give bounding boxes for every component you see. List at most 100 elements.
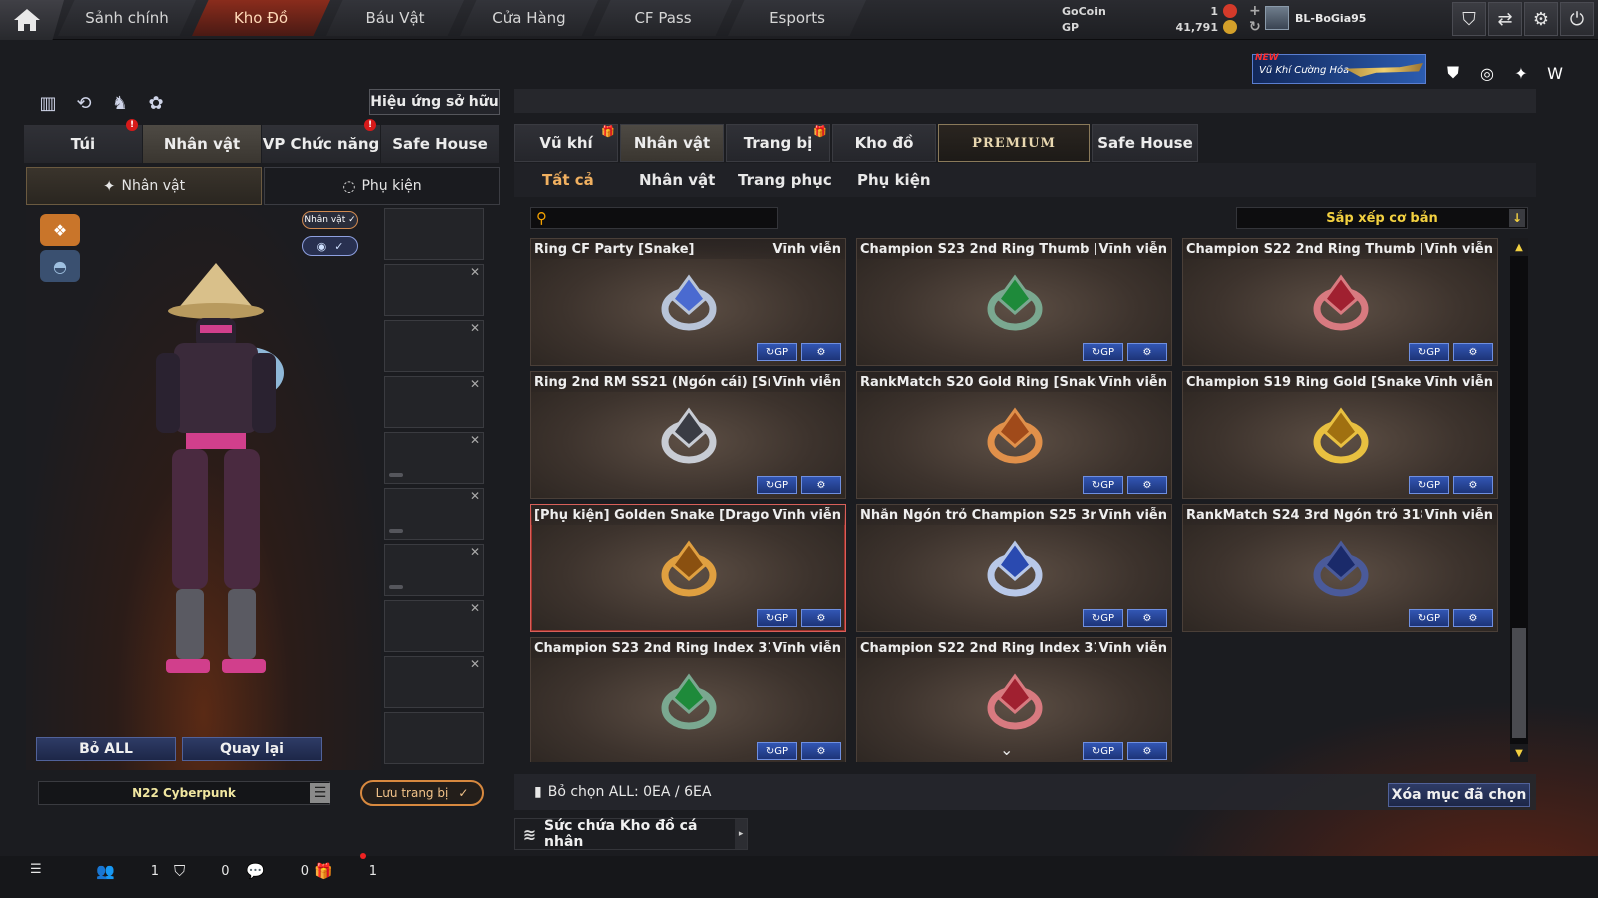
remove-all-button[interactable]: Bỏ ALL — [36, 737, 176, 761]
scroll-down-icon[interactable]: ▼ — [1510, 744, 1528, 762]
item-card[interactable]: RankMatch S24 3rd Ngón trỏ 31899 Vĩnh viễ… — [1182, 504, 1498, 632]
close-icon[interactable]: ✕ — [470, 657, 480, 671]
clan-count[interactable]: ⛉ 0 — [166, 862, 230, 880]
scrollbar[interactable]: ▲ ▼ — [1510, 238, 1528, 762]
equip-slot[interactable] — [384, 712, 484, 764]
close-icon[interactable]: ✕ — [470, 601, 480, 615]
item-settings-button[interactable]: ⚙ — [1453, 609, 1493, 627]
item-card[interactable]: Nhẫn Ngón trỏ Champion S25 3rd 31Vĩnh vi… — [856, 504, 1172, 632]
subtab-accessory-right[interactable]: Phụ kiện — [857, 171, 931, 189]
list-icon[interactable]: ☰ — [30, 862, 42, 877]
item-settings-button[interactable]: ⚙ — [801, 742, 841, 760]
sort-arrow-icon[interactable]: ↓ — [1509, 209, 1525, 227]
tab-safe-house[interactable]: Safe House — [381, 125, 499, 163]
item-settings-button[interactable]: ⚙ — [1127, 476, 1167, 494]
tab-equipment[interactable]: Trang bị 🎁 — [726, 124, 830, 162]
equip-slot[interactable]: ✕ — [384, 544, 484, 596]
refresh-icon[interactable]: ↻ — [1249, 19, 1261, 35]
scroll-thumb[interactable] — [1512, 628, 1526, 738]
tab-safe-house-right[interactable]: Safe House — [1092, 124, 1198, 162]
character-preview[interactable]: ❖ ◓ Nhân vật ✓ ◉ ✓ — [26, 208, 381, 770]
mask-emblem-icon[interactable]: ◓ — [40, 250, 80, 282]
chat-count[interactable]: 💬 0 — [238, 862, 309, 880]
close-icon[interactable]: ✕ — [470, 377, 480, 391]
rank-chart-icon[interactable]: ▥ — [30, 90, 66, 116]
item-card[interactable]: Champion S23 2nd Ring Index 3189 Vĩnh viễ… — [530, 637, 846, 762]
tab-character[interactable]: Nhân vật — [143, 125, 261, 163]
go-back-button[interactable]: Quay lại — [182, 737, 322, 761]
close-icon[interactable]: ✕ — [470, 545, 480, 559]
item-settings-button[interactable]: ⚙ — [1127, 609, 1167, 627]
tab-functional-items[interactable]: VP Chức năng ! — [262, 119, 380, 163]
equip-slot[interactable]: ✕ — [384, 264, 484, 316]
item-settings-button[interactable]: ⚙ — [1453, 476, 1493, 494]
nav-tab-lobby[interactable]: Sảnh chính — [58, 0, 196, 36]
subtab-character-right[interactable]: Nhân vật — [639, 171, 715, 189]
shield-icon[interactable]: ⛉ — [1452, 2, 1486, 36]
pet-icon[interactable]: ✿ — [138, 90, 174, 116]
weapon-enhance-banner[interactable]: NEW Vũ Khí Cường Hóa — [1252, 53, 1426, 84]
nav-tab-esports[interactable]: Esports — [728, 0, 866, 36]
v-shield-icon[interactable]: ⛊ — [1440, 60, 1466, 86]
bird-emblem-icon[interactable]: ❖ — [40, 214, 80, 246]
swap-icon[interactable]: ⇄ — [1488, 2, 1522, 36]
convert-gp-button[interactable]: ↻ GP — [1083, 343, 1123, 361]
character-swap-icon[interactable]: ♞ — [102, 90, 138, 116]
convert-gp-button[interactable]: ↻ GP — [757, 742, 797, 760]
chevron-right-icon[interactable]: ▸ — [735, 819, 747, 849]
profile[interactable]: BL-BoGia95 — [1265, 6, 1366, 30]
close-icon[interactable]: ✕ — [470, 321, 480, 335]
tab-premium[interactable]: PREMIUM — [938, 124, 1090, 162]
sort-dropdown[interactable]: Sắp xếp cơ bản ↓ — [1236, 207, 1528, 229]
subtab-all[interactable]: Tất cả — [542, 171, 594, 189]
convert-gp-button[interactable]: ↻ GP — [1083, 742, 1123, 760]
tab-character-items[interactable]: Nhân vật — [620, 124, 724, 162]
equip-slot[interactable]: ✕ — [384, 320, 484, 372]
menu-icon[interactable]: ☰ — [310, 783, 330, 803]
equip-slot[interactable] — [384, 208, 484, 260]
chevron-down-icon[interactable]: ⌄ — [1000, 740, 1013, 759]
delete-selected-button[interactable]: Xóa mục đã chọn — [1388, 783, 1530, 807]
item-settings-button[interactable]: ⚙ — [1127, 742, 1167, 760]
gift-count[interactable]: 🎁 1 — [306, 862, 377, 880]
item-card[interactable]: Ring CF Party [Snake] Vĩnh viễn ↻ GP ⚙ — [530, 238, 846, 366]
star-badge-icon[interactable]: ✦ — [1508, 60, 1534, 86]
item-card[interactable]: Champion S22 2nd Ring Index 31899Vĩnh vi… — [856, 637, 1172, 762]
save-equipment-button[interactable]: Lưu trang bị ✓ — [360, 780, 484, 806]
convert-gp-button[interactable]: ↻ GP — [1409, 343, 1449, 361]
rotate-icon[interactable]: ⟲ — [66, 90, 102, 116]
equip-slot[interactable]: ✕ — [384, 432, 484, 484]
item-card[interactable]: Ring 2nd RM SS21 (Ngón cái) [Snake]Vĩnh … — [530, 371, 846, 499]
nav-tab-treasure[interactable]: Báu Vật — [326, 0, 464, 36]
subtab-costume[interactable]: Trang phục — [738, 171, 832, 189]
search-input[interactable] — [557, 210, 772, 226]
character-tag[interactable]: Nhân vật ✓ — [302, 211, 358, 229]
friends-count[interactable]: 👥 1 — [96, 862, 159, 880]
nav-tab-cf-pass[interactable]: CF Pass — [594, 0, 732, 36]
tab-weapon[interactable]: Vũ khí 🎁 — [514, 124, 618, 162]
close-icon[interactable]: ✕ — [470, 265, 480, 279]
storage-capacity[interactable]: ≋ Sức chứa Kho đồ cá nhân ▸ — [514, 818, 748, 850]
close-icon[interactable]: ✕ — [470, 433, 480, 447]
equip-slot[interactable]: ✕ — [384, 600, 484, 652]
item-settings-button[interactable]: ⚙ — [801, 609, 841, 627]
convert-gp-button[interactable]: ↻ GP — [757, 343, 797, 361]
gear-icon[interactable]: ⚙ — [1524, 2, 1558, 36]
tab-bag[interactable]: Túi ! — [24, 119, 142, 163]
equip-slot[interactable]: ✕ — [384, 488, 484, 540]
item-card[interactable]: Champion S22 2nd Ring Thumb [Snake]Vĩnh … — [1182, 238, 1498, 366]
add-gocoin-icon[interactable]: + — [1249, 3, 1261, 19]
convert-gp-button[interactable]: ↻ GP — [757, 476, 797, 494]
scroll-up-icon[interactable]: ▲ — [1510, 238, 1528, 256]
power-icon[interactable]: ⏻ — [1560, 2, 1594, 36]
subtab-character[interactable]: ✦ Nhân vật — [26, 167, 262, 205]
item-settings-button[interactable]: ⚙ — [801, 343, 841, 361]
equip-slot[interactable]: ✕ — [384, 656, 484, 708]
convert-gp-button[interactable]: ↻ GP — [1083, 476, 1123, 494]
convert-gp-button[interactable]: ↻ GP — [757, 609, 797, 627]
ownership-effect-button[interactable]: Hiệu ứng sở hữu — [369, 89, 500, 115]
item-settings-button[interactable]: ⚙ — [1453, 343, 1493, 361]
item-settings-button[interactable]: ⚙ — [801, 476, 841, 494]
subtab-accessory[interactable]: ◌ Phụ kiện — [264, 167, 500, 205]
item-settings-button[interactable]: ⚙ — [1127, 343, 1167, 361]
